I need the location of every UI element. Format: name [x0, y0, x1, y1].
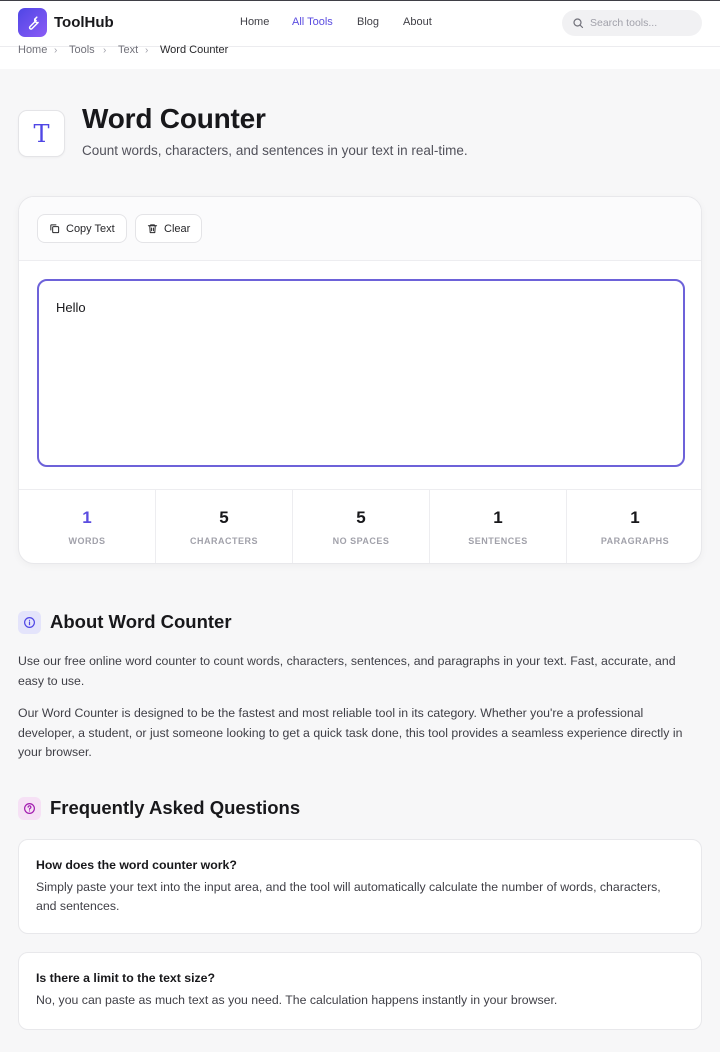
- clear-label: Clear: [164, 222, 191, 235]
- faq-answer: No, you can paste as much text as you ne…: [36, 993, 558, 1007]
- about-title: About Word Counter: [50, 611, 232, 632]
- word-counter-card: Copy Text Clear Hello 1 WORDS 5 CHARACTE…: [18, 196, 702, 564]
- page-subtitle: Count words, characters, and sentences i…: [82, 143, 468, 158]
- text-input[interactable]: Hello: [39, 281, 683, 465]
- clear-button[interactable]: Clear: [135, 214, 203, 243]
- faq-item: Is there a limit to the text size? No, y…: [18, 952, 702, 1030]
- stat-label: PARAGRAPHS: [600, 536, 670, 546]
- stat-value: 5: [356, 508, 366, 527]
- faq-item: How does the word counter work? Simply p…: [18, 839, 702, 934]
- stat-no-spaces: 5 NO SPACES: [293, 490, 430, 563]
- stat-label: NO SPACES: [332, 536, 390, 546]
- stat-paragraphs: 1 PARAGRAPHS: [567, 490, 701, 563]
- breadcrumb-home[interactable]: Home: [18, 44, 47, 56]
- nav-about[interactable]: About: [403, 16, 432, 28]
- faq-question: How does the word counter work?: [36, 858, 237, 872]
- search-icon: [573, 18, 584, 29]
- chevron-right-icon: ›: [145, 45, 149, 56]
- text-input-container: Hello: [37, 279, 685, 467]
- stat-label: SENTENCES: [468, 536, 528, 546]
- faq-answer: Simply paste your text into the input ar…: [36, 880, 661, 913]
- nav-home[interactable]: Home: [240, 16, 269, 28]
- stat-value: 1: [630, 508, 640, 527]
- about-paragraph-2: Our Word Counter is designed to be the f…: [18, 706, 683, 759]
- nav-all-tools[interactable]: All Tools: [292, 16, 333, 28]
- text-tool-icon: T: [18, 110, 65, 157]
- breadcrumb-current: Word Counter: [160, 44, 229, 56]
- copy-text-label: Copy Text: [66, 222, 115, 235]
- breadcrumb-tools[interactable]: Tools: [69, 44, 95, 56]
- copy-text-button[interactable]: Copy Text: [37, 214, 127, 243]
- stat-sentences: 1 SENTENCES: [430, 490, 567, 563]
- about-paragraph-1: Use our free online word counter to coun…: [18, 654, 676, 688]
- stat-words: 1 WORDS: [19, 490, 156, 563]
- stat-value: 1: [493, 508, 503, 527]
- question-icon: [18, 797, 41, 820]
- stat-label: WORDS: [68, 536, 106, 546]
- copy-icon: [50, 224, 60, 234]
- card-toolbar: Copy Text Clear: [19, 197, 701, 261]
- stats-bar: 1 WORDS 5 CHARACTERS 5 NO SPACES 1 SENTE…: [19, 489, 701, 563]
- stat-value: 1: [82, 508, 92, 527]
- search-box[interactable]: [562, 10, 702, 36]
- breadcrumb-text[interactable]: Text: [118, 44, 138, 56]
- chevron-right-icon: ›: [103, 45, 107, 56]
- info-icon: [18, 611, 41, 634]
- faq-question: Is there a limit to the text size?: [36, 971, 216, 985]
- faq-title: Frequently Asked Questions: [50, 797, 301, 818]
- page-title: Word Counter: [82, 103, 266, 134]
- top-navbar: ToolHub Home All Tools Blog About: [0, 0, 720, 47]
- wrench-icon[interactable]: [18, 8, 47, 37]
- breadcrumb: Home › Tools › Text › Word Counter: [0, 44, 720, 69]
- stat-characters: 5 CHARACTERS: [156, 490, 293, 563]
- brand-name[interactable]: ToolHub: [54, 14, 114, 31]
- search-input[interactable]: [590, 17, 700, 29]
- stat-label: CHARACTERS: [190, 536, 258, 546]
- trash-icon: [147, 224, 158, 234]
- stat-value: 5: [219, 508, 229, 527]
- chevron-right-icon: ›: [54, 45, 58, 56]
- nav-blog[interactable]: Blog: [357, 16, 379, 28]
